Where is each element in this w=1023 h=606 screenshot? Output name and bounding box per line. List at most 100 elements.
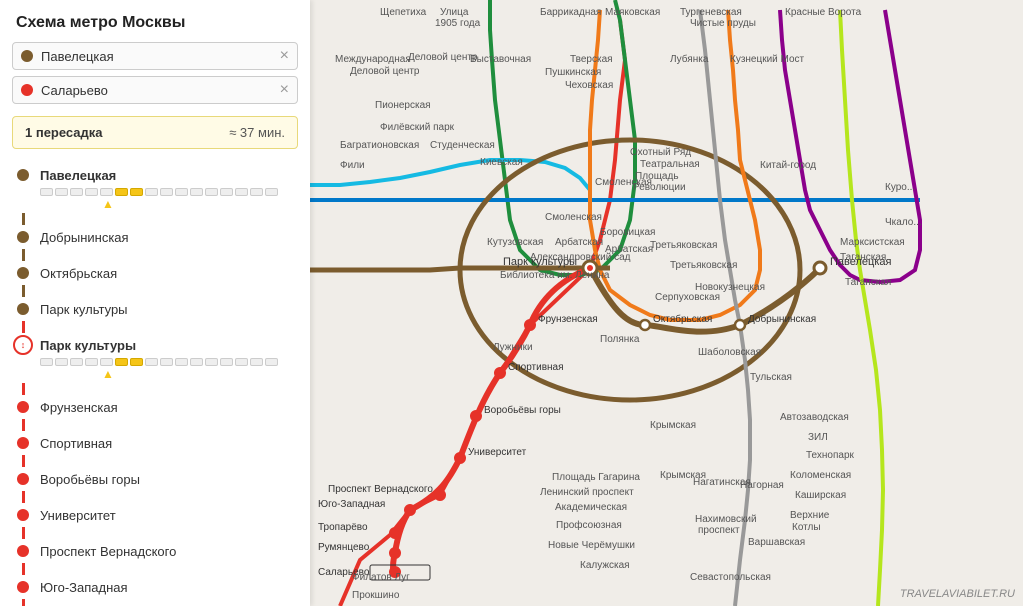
station-item: Октябрьская	[0, 261, 310, 285]
wagon	[250, 188, 263, 196]
svg-text:Лужники: Лужники	[493, 342, 533, 353]
station-list: Павелецкая ▲ Добрынинская Октябрьская Парк к…	[0, 155, 310, 606]
svg-text:Студенческая: Студенческая	[430, 140, 495, 151]
svg-text:Смоленская: Смоленская	[545, 212, 602, 223]
station-item: Парк культуры	[0, 297, 310, 321]
route-summary: 1 пересадка ≈ 37 мин.	[12, 116, 298, 149]
wagon	[160, 188, 173, 196]
svg-text:Международная: Международная	[335, 54, 411, 65]
svg-text:Выставочная: Выставочная	[470, 54, 531, 65]
svg-text:Чистые пруды: Чистые пруды	[690, 18, 756, 29]
to-input[interactable]	[41, 83, 280, 98]
svg-text:Тульская: Тульская	[750, 372, 792, 383]
to-dot	[21, 84, 33, 96]
wagon	[130, 188, 143, 196]
sidebar-title: Схема метро Москвы	[0, 0, 310, 42]
line-connector	[22, 213, 25, 225]
svg-text:Тропарёво: Тропарёво	[318, 522, 368, 533]
svg-text:Ленинский проспект: Ленинский проспект	[540, 487, 634, 498]
svg-text:Тверская: Тверская	[570, 54, 613, 65]
wagon	[250, 358, 263, 366]
svg-text:Багратионовская: Багратионовская	[340, 140, 419, 151]
svg-text:Спортивная: Спортивная	[508, 362, 564, 373]
svg-text:Прокшино: Прокшино	[352, 590, 400, 601]
from-clear-icon[interactable]: ×	[280, 48, 289, 64]
svg-text:Нахимовский: Нахимовский	[695, 514, 757, 525]
station-item: Павелецкая	[0, 163, 310, 187]
svg-text:Кузнецкий Мост: Кузнецкий Мост	[730, 54, 805, 65]
line-connector	[22, 599, 25, 606]
svg-text:Арбатская: Арбатская	[555, 236, 603, 248]
wagon	[70, 188, 83, 196]
svg-text:Автозаводская: Автозаводская	[780, 412, 849, 423]
station-item: Спортивная	[0, 431, 310, 455]
station-name: Юго-Западная	[40, 580, 128, 595]
to-input-row[interactable]: ×	[12, 76, 298, 104]
svg-text:Технопарк: Технопарк	[806, 450, 855, 461]
from-input[interactable]	[41, 49, 280, 64]
svg-text:Калужская: Калужская	[580, 560, 630, 571]
svg-text:Маяковская: Маяковская	[605, 7, 660, 18]
wagon	[190, 358, 203, 366]
metro-map-svg: Павелецкая Добрынинская Октябрьская Парк…	[310, 0, 1023, 606]
station-name: Фрунзенская	[40, 400, 118, 415]
station-dot	[17, 545, 29, 557]
station-name: Проспект Вернадского	[40, 544, 176, 559]
wagon	[205, 188, 218, 196]
svg-text:Баррикадная: Баррикадная	[540, 7, 601, 18]
svg-text:Румянцево: Румянцево	[318, 542, 370, 553]
line-connector	[22, 383, 25, 395]
svg-text:Воробьёвы горы: Воробьёвы горы	[484, 404, 561, 416]
wagon	[40, 358, 53, 366]
wagon	[175, 188, 188, 196]
station-item: Университет	[0, 503, 310, 527]
wagon	[100, 358, 113, 366]
sidebar: Схема метро Москвы × × 1 пересадка ≈ 37 …	[0, 0, 310, 606]
svg-text:Крымская: Крымская	[660, 470, 706, 481]
wagon	[40, 188, 53, 196]
line-connector	[22, 563, 25, 575]
station-name: Спортивная	[40, 436, 112, 451]
map-area: Павелецкая Добрынинская Октябрьская Парк…	[310, 0, 1023, 606]
wagon	[145, 188, 158, 196]
svg-text:Крымская: Крымская	[650, 420, 696, 431]
station-name: Добрынинская	[40, 230, 129, 245]
svg-text:Полянка: Полянка	[600, 334, 640, 345]
wagon	[55, 358, 68, 366]
svg-text:Арбатская: Арбатская	[605, 243, 653, 255]
line-connector	[22, 321, 25, 333]
svg-text:Фрунзенская: Фрунзенская	[538, 314, 598, 325]
svg-text:1905 года: 1905 года	[435, 18, 481, 29]
station-dot	[17, 231, 29, 243]
wagon	[145, 358, 158, 366]
svg-text:Коломенская: Коломенская	[790, 470, 851, 481]
line-connector	[22, 527, 25, 539]
wagon	[130, 358, 143, 366]
to-clear-icon[interactable]: ×	[280, 82, 289, 98]
line-connector	[22, 419, 25, 431]
wagon-row	[0, 187, 310, 197]
wagon	[100, 188, 113, 196]
line-connector	[22, 455, 25, 467]
station-name: Парк культуры	[40, 338, 136, 353]
svg-text:Революции: Революции	[633, 182, 686, 193]
svg-text:проспект: проспект	[698, 525, 740, 536]
wagon-arrow: ▲	[0, 197, 310, 213]
wagon	[85, 358, 98, 366]
station-dot	[17, 473, 29, 485]
wagon	[160, 358, 173, 366]
svg-text:Таганская: Таганская	[845, 277, 891, 288]
svg-text:Профсоюзная: Профсоюзная	[556, 519, 622, 531]
from-input-row[interactable]: ×	[12, 42, 298, 70]
svg-text:Котлы: Котлы	[792, 522, 821, 533]
svg-text:Лубянка: Лубянка	[670, 53, 709, 65]
station-item: Добрынинская	[0, 225, 310, 249]
svg-text:Деловой центр: Деловой центр	[408, 52, 478, 63]
svg-text:Серпуховская: Серпуховская	[655, 292, 720, 303]
svg-text:Проспект Вернадского: Проспект Вернадского	[328, 484, 433, 495]
svg-text:Щепетиха: Щепетиха	[380, 7, 427, 18]
svg-text:Китай-город: Китай-город	[760, 160, 816, 171]
svg-text:Филатов Луг: Филатов Луг	[352, 572, 410, 583]
wagon	[265, 358, 278, 366]
svg-text:Пионерская: Пионерская	[375, 100, 431, 111]
